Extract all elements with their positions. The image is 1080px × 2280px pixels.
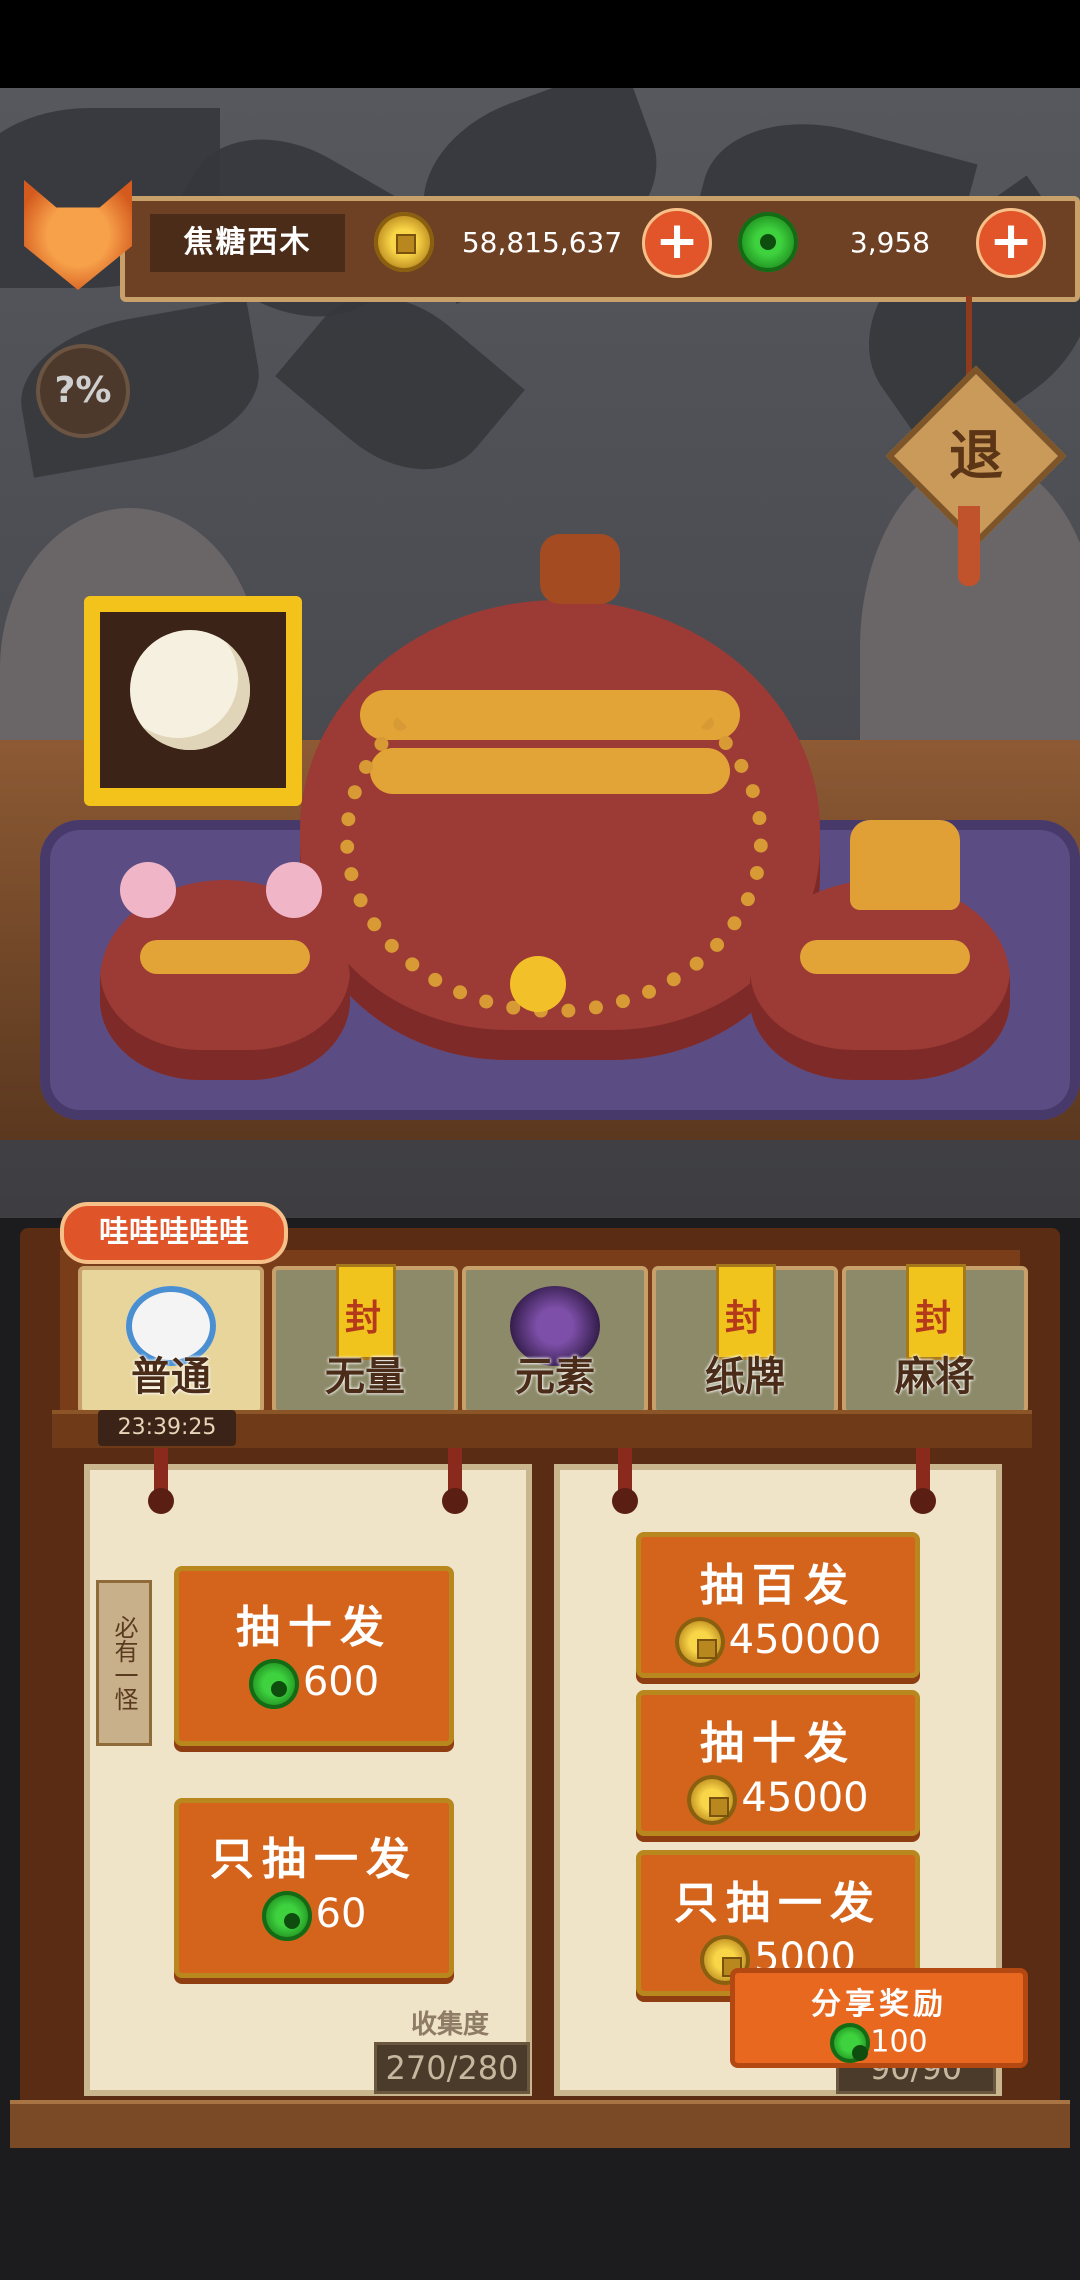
add-jade-button[interactable]: + xyxy=(976,208,1046,278)
small-monster-left-lip xyxy=(140,940,310,974)
page-pin xyxy=(442,1448,468,1514)
gold-coin-icon xyxy=(374,212,434,272)
jade-pool-page xyxy=(84,1464,532,2096)
page-pin xyxy=(148,1448,174,1514)
status-bar xyxy=(0,0,1080,88)
player-name: 焦糖西木 xyxy=(183,225,312,260)
gold-draw-ten-button[interactable]: 抽十发 45000 xyxy=(636,1690,920,1836)
share-reward: 100 xyxy=(870,2024,928,2060)
jade-draw-one-button[interactable]: 只抽一发 60 xyxy=(174,1798,454,1978)
share-reward-button[interactable]: 分享奖励 100 xyxy=(730,1968,1028,2068)
collection-label: 收集度 xyxy=(410,2010,489,2040)
gold-draw-hundred-button[interactable]: 抽百发 450000 xyxy=(636,1532,920,1678)
gold-coin-icon xyxy=(687,1775,738,1825)
button-title: 只抽一发 xyxy=(210,1834,418,1885)
flower-icon xyxy=(266,862,322,918)
bottom-wooden-beam xyxy=(10,2100,1070,2152)
collection-counter: 270/280 xyxy=(374,2042,530,2094)
share-title: 分享奖励 xyxy=(811,1987,947,2022)
white-flower-pet-icon xyxy=(130,630,250,750)
tab-wuliang[interactable]: 无量 xyxy=(272,1264,458,1414)
tab-cards-label: 纸牌 xyxy=(705,1354,785,1400)
tab-normal-label: 普通 xyxy=(131,1354,211,1400)
free-draw-timer: 23:39:25 xyxy=(98,1410,236,1446)
tab-cards[interactable]: 纸牌 xyxy=(652,1264,838,1414)
page-pin xyxy=(910,1448,936,1514)
monster-hat xyxy=(540,534,620,604)
jade-coin-icon xyxy=(738,212,798,272)
button-title: 抽十发 xyxy=(236,1602,392,1653)
add-gold-button[interactable]: + xyxy=(642,208,712,278)
page-pin xyxy=(612,1448,638,1514)
hanging-sign: 必有一怪 xyxy=(96,1580,152,1746)
tab-element-label: 元素 xyxy=(515,1354,595,1400)
tab-normal[interactable]: 普通 xyxy=(78,1266,264,1414)
gold-balance: 58,815,637 xyxy=(461,226,623,259)
jade-coin-icon xyxy=(248,1659,299,1709)
speech-bubble: 哇哇哇哇哇 xyxy=(60,1202,288,1264)
small-monster-right[interactable] xyxy=(750,880,1010,1080)
tab-element[interactable]: 元素 xyxy=(462,1266,648,1414)
button-price: 60 xyxy=(315,1891,367,1937)
jade-draw-ten-button[interactable]: 抽十发 600 xyxy=(174,1566,454,1746)
drop-rate-help-button[interactable]: ?% xyxy=(36,344,130,438)
tab-wuliang-label: 无量 xyxy=(325,1354,405,1400)
fox-mask-avatar[interactable] xyxy=(18,170,138,310)
button-price: 450000 xyxy=(728,1617,882,1663)
navigation-bar-area xyxy=(0,2148,1080,2280)
button-title: 只抽一发 xyxy=(674,1878,882,1929)
jade-balance: 3,958 xyxy=(849,226,931,259)
exit-tassel xyxy=(958,506,980,586)
jade-coin-icon xyxy=(830,2023,871,2063)
flower-icon xyxy=(120,862,176,918)
necklace-pendant-icon xyxy=(510,956,566,1012)
button-price: 600 xyxy=(302,1659,380,1705)
exit-button[interactable]: 退 xyxy=(912,392,1040,520)
tiger-mask-icon xyxy=(850,820,960,910)
tab-mahjong[interactable]: 麻将 xyxy=(842,1264,1028,1414)
tab-mahjong-label: 麻将 xyxy=(895,1354,975,1400)
jade-coin-icon xyxy=(261,1891,312,1941)
button-title: 抽十发 xyxy=(700,1718,856,1769)
small-monster-right-lip xyxy=(800,940,970,974)
button-title: 抽百发 xyxy=(700,1560,856,1611)
gold-coin-icon xyxy=(674,1617,725,1667)
button-price: 45000 xyxy=(741,1775,869,1821)
